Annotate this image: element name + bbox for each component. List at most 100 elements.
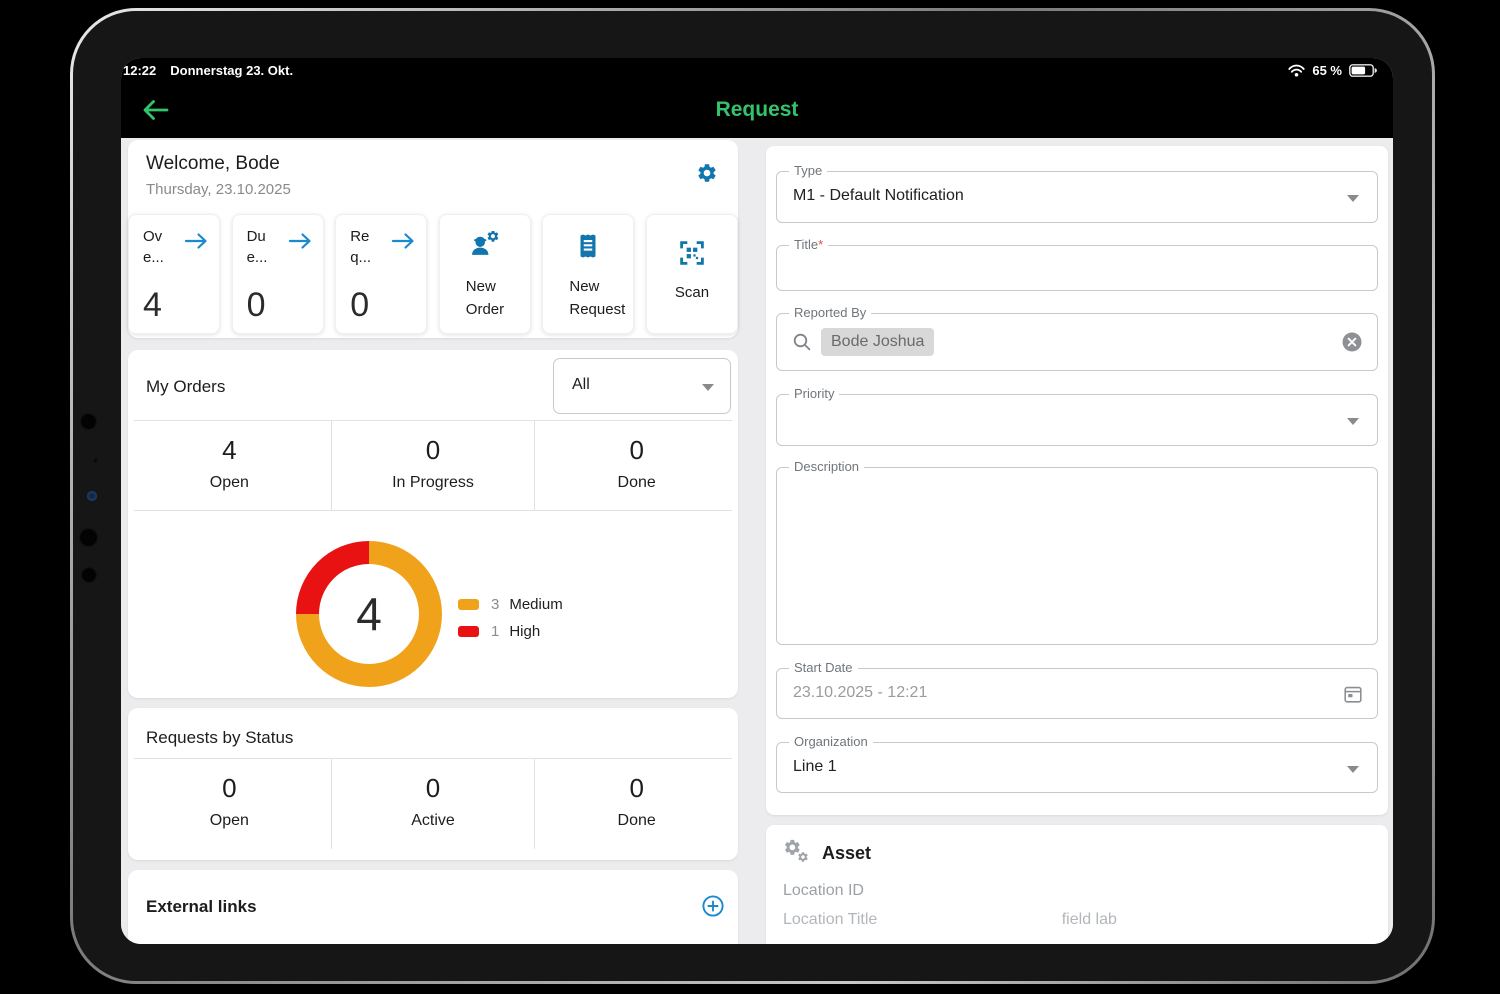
new-request-button[interactable]: NewRequest [542, 214, 634, 334]
wifi-icon [1288, 64, 1305, 77]
stat-active: 0 Active [331, 759, 535, 849]
location-id-label: Location ID [783, 882, 864, 900]
camera-dot-icon [93, 458, 98, 463]
stat-value: 0 [535, 773, 738, 804]
type-label: Type [789, 163, 827, 178]
type-value: M1 - Default Notification [793, 187, 964, 205]
camera-dot-icon [81, 567, 97, 583]
calendar-icon[interactable] [1342, 683, 1364, 705]
organization-label: Organization [789, 734, 873, 749]
external-links-title: External links [146, 897, 257, 917]
donut-total: 4 [356, 587, 382, 641]
tile-label: Scan [647, 281, 737, 304]
start-date-value: 23.10.2025 - 12:21 [793, 684, 927, 702]
tile-label: Re [350, 228, 369, 245]
legend-swatch-medium [458, 599, 479, 610]
legend-item-medium: 3 Medium [458, 594, 563, 615]
tile-value: 4 [143, 286, 162, 325]
tile-label: Du [247, 228, 266, 245]
camera-dot-icon [79, 528, 98, 547]
reported-by-chip[interactable]: Bode Joshua [821, 328, 934, 356]
new-order-button[interactable]: NewOrder [439, 214, 531, 334]
stat-value: 0 [128, 773, 331, 804]
battery-icon [1349, 64, 1377, 77]
stat-value: 0 [332, 773, 535, 804]
chevron-down-icon [1347, 195, 1359, 202]
legend-swatch-high [458, 626, 479, 637]
stat-label: Done [535, 812, 738, 830]
start-date-label: Start Date [789, 660, 858, 675]
my-orders-card: My Orders All 4 Open 0 [128, 350, 738, 698]
tile-label: New [569, 278, 599, 295]
receipt-icon [573, 231, 603, 261]
clipped-location-row: Location Title field lab [783, 911, 1117, 929]
tile-value: 0 [350, 286, 369, 325]
description-label: Description [789, 459, 864, 474]
scan-button[interactable]: Scan [646, 214, 738, 334]
start-date-field[interactable]: Start Date 23.10.2025 - 12:21 [776, 668, 1378, 719]
page-background: 12:22 Donnerstag 23. Okt. 65 % [0, 0, 1500, 994]
stat-label: Open [128, 474, 331, 492]
priority-field[interactable]: Priority [776, 394, 1378, 446]
tablet-bezel: 12:22 Donnerstag 23. Okt. 65 % [73, 11, 1432, 981]
qr-scan-icon [676, 237, 708, 269]
battery-percent: 65 % [1312, 63, 1342, 78]
page-title: Request [121, 82, 1393, 138]
clear-icon[interactable] [1341, 331, 1363, 353]
stat-value: 0 [332, 435, 535, 466]
search-icon [791, 331, 813, 353]
orders-stats-row: 4 Open 0 In Progress 0 Done [128, 421, 738, 510]
organization-field[interactable]: Organization Line 1 [776, 742, 1378, 793]
chevron-down-icon [1347, 766, 1359, 773]
asset-title: Asset [822, 843, 871, 864]
gears-icon [783, 838, 813, 866]
welcome-text: Welcome, Bode [146, 153, 280, 175]
welcome-card: Welcome, Bode Thursday, 23.10.2025 Ove..… [128, 140, 738, 338]
status-date: Donnerstag 23. Okt. [170, 63, 293, 78]
title-field[interactable]: Title* [776, 245, 1378, 291]
stat-label: Done [535, 474, 738, 492]
tile-label: New [466, 278, 496, 295]
tile-label: Ov [143, 228, 162, 245]
camera-lens-icon [87, 491, 97, 501]
priority-label: Priority [789, 386, 839, 401]
stat-in-progress: 0 In Progress [331, 421, 535, 510]
nav-bar: Request [121, 82, 1393, 138]
kpi-tiles-row: Ove... 4 Due... [128, 214, 738, 334]
reported-by-field[interactable]: Reported By Bode Joshua [776, 313, 1378, 371]
camera-dot-icon [80, 413, 97, 430]
worker-gear-icon [467, 231, 503, 261]
arrow-right-icon [390, 231, 416, 251]
tile-due[interactable]: Due... 0 [232, 214, 324, 334]
stat-label: Active [332, 812, 535, 830]
external-links-card: External links [128, 870, 738, 944]
tile-overdue[interactable]: Ove... 4 [128, 214, 220, 334]
gear-icon[interactable] [696, 162, 718, 184]
orders-filter-select[interactable]: All [553, 358, 731, 414]
stat-done: 0 Done [534, 759, 738, 849]
description-field[interactable]: Description [776, 467, 1378, 645]
stat-label: Open [128, 812, 331, 830]
title-label: Title [794, 237, 818, 252]
tile-value: 0 [247, 286, 266, 325]
status-time: 12:22 [123, 63, 156, 78]
donut-legend: 3 Medium 1 High [458, 594, 563, 648]
type-field[interactable]: Type M1 - Default Notification [776, 171, 1378, 223]
stat-open: 0 Open [128, 759, 331, 849]
chevron-down-icon [702, 384, 714, 391]
requests-by-status-card: Requests by Status 0 Open 0 Active [128, 708, 738, 860]
divider [134, 510, 732, 511]
asset-card: Asset Location ID Location Title field l… [766, 825, 1388, 944]
stat-value: 4 [128, 435, 331, 466]
tile-requests[interactable]: Req... 0 [335, 214, 427, 334]
my-orders-title: My Orders [146, 377, 225, 397]
request-form-card: Type M1 - Default Notification Title* Re… [766, 146, 1388, 815]
tablet-frame: 12:22 Donnerstag 23. Okt. 65 % [70, 8, 1435, 984]
priority-donut-chart: 4 [296, 541, 442, 687]
stat-done: 0 Done [534, 421, 738, 510]
content-area: Welcome, Bode Thursday, 23.10.2025 Ove..… [121, 138, 1393, 944]
chevron-down-icon [1347, 418, 1359, 425]
arrow-right-icon [183, 231, 209, 251]
plus-circle-icon[interactable] [702, 895, 724, 917]
stat-open: 4 Open [128, 421, 331, 510]
